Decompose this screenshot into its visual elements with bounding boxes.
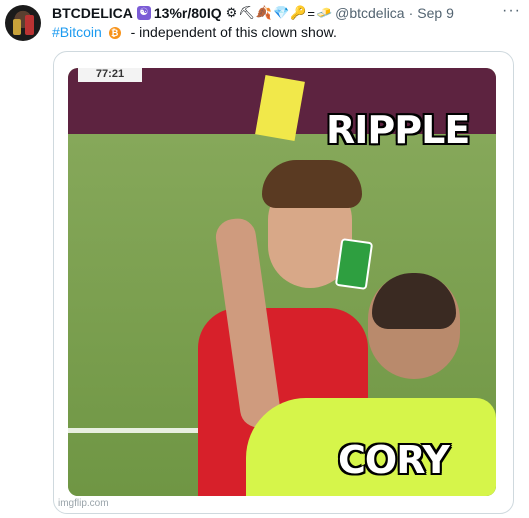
diamond-emoji-icon: 💎 (272, 5, 290, 20)
key-emoji-icon: 🔑 (290, 5, 307, 20)
meme-image[interactable]: 77:21 RIPPLE CORY (68, 68, 496, 496)
bitcoin-icon: ₿ (108, 27, 121, 40)
avatar-detail (13, 19, 21, 35)
equals-symbol: = (307, 5, 315, 21)
tweet-media[interactable]: 77:21 RIPPLE CORY imgflip.com (53, 51, 514, 514)
leaf-emoji-icon: 🍂 (255, 5, 272, 20)
profile-badge-icon: ☯ (136, 6, 151, 20)
tweet-header: BTCDELICA ☯ 13%r/80IQ ⚙ ⛏ 🍂 💎 🔑 = 🧈 @btc… (52, 4, 454, 22)
uno-reverse-card (334, 238, 374, 290)
hashtag-link[interactable]: #Bitcoin (52, 24, 102, 40)
display-name[interactable]: BTCDELICA (52, 5, 133, 21)
tweet-body-text: - independent of this clown show. (130, 24, 337, 40)
tweet-text: #Bitcoin ₿ - independent of this clown s… (52, 24, 337, 40)
pickaxe-emoji-icon: ⛏ (238, 5, 255, 20)
top-caption: RIPPLE (326, 108, 470, 152)
watermark: imgflip.com (58, 498, 109, 509)
bottom-caption: CORY (338, 438, 450, 482)
separator-dot: · (408, 5, 414, 21)
tweet[interactable]: BTCDELICA ☯ 13%r/80IQ ⚙ ⛏ 🍂 💎 🔑 = 🧈 @btc… (0, 0, 529, 518)
more-options-icon[interactable]: ··· (502, 2, 521, 20)
player-hair (262, 160, 362, 208)
pitch-line (68, 428, 208, 433)
gear-emoji-icon: ⚙ (225, 5, 238, 20)
tweet-date[interactable]: Sep 9 (417, 5, 454, 21)
scoreboard-overlay: 77:21 (78, 68, 142, 82)
avatar-detail (25, 15, 34, 35)
butter-emoji-icon: 🧈 (315, 5, 333, 20)
user-handle[interactable]: @btcdelica (335, 5, 404, 21)
name-suffix: 13%r/80IQ (153, 5, 222, 21)
avatar[interactable] (5, 5, 41, 41)
